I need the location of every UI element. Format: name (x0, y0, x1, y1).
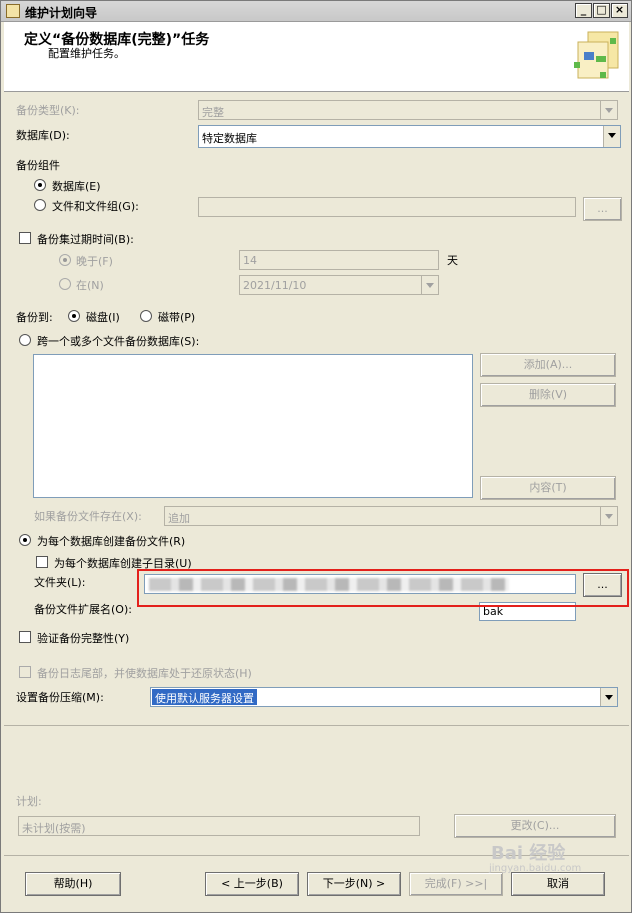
database-label: 数据库(D): (16, 129, 70, 142)
backup-type-select: 完整 (198, 100, 618, 120)
expire-days-input: 14 (239, 250, 439, 270)
backup-component-label: 备份组件 (16, 159, 60, 172)
wizard-window: 维护计划向导 _ □ × 定义“备份数据库(完整)”任务 配置维护任务。 备份类… (0, 0, 632, 913)
expire-days-unit: 天 (447, 254, 458, 267)
schedule-input: 未计划(按需) (18, 816, 420, 836)
window-title: 维护计划向导 (25, 6, 98, 20)
verify-checkbox[interactable] (19, 631, 31, 643)
disk-radio[interactable] (68, 310, 80, 322)
database-radio-label: 数据库(E) (52, 180, 101, 193)
expire-after-radio (59, 254, 71, 266)
wizard-header: 定义“备份数据库(完整)”任务 配置维护任务。 (4, 22, 629, 92)
database-select[interactable]: 特定数据库 (198, 125, 621, 148)
tail-log-label: 备份日志尾部，并使数据库处于还原状态(H) (37, 667, 252, 680)
cancel-button[interactable]: 取消 (511, 872, 605, 896)
watermark: Bai 经验 (491, 843, 566, 864)
per-db-label: 为每个数据库创建备份文件(R) (37, 535, 186, 548)
page-subtitle: 配置维护任务。 (48, 47, 125, 60)
schedule-label: 计划: (16, 795, 42, 808)
expire-checkbox[interactable] (19, 232, 31, 244)
app-icon (6, 4, 20, 18)
wizard-graphic-icon (574, 31, 619, 79)
back-button[interactable]: < 上一步(B) (205, 872, 299, 896)
contents-button: 内容(T) (480, 476, 616, 500)
database-value: 特定数据库 (202, 132, 257, 145)
chevron-down-icon[interactable] (600, 688, 617, 706)
subdir-checkbox[interactable] (36, 556, 48, 568)
span-files-radio[interactable] (19, 334, 31, 346)
remove-file-button: 删除(V) (480, 383, 616, 407)
files-radio[interactable] (34, 199, 46, 211)
minimize-button[interactable]: _ (575, 3, 592, 18)
expire-date-picker: 2021/11/10 (239, 275, 439, 295)
files-radio-label: 文件和文件组(G): (52, 200, 139, 213)
expire-days-value: 14 (243, 254, 257, 267)
next-button[interactable]: 下一步(N) > (307, 872, 401, 896)
if-exists-label: 如果备份文件存在(X): (34, 510, 142, 523)
if-exists-value: 追加 (168, 512, 190, 525)
compression-select[interactable]: 使用默认服务器设置 (150, 687, 618, 707)
finish-button: 完成(F) >>| (409, 872, 503, 896)
maximize-button[interactable]: □ (593, 3, 610, 18)
disk-radio-label: 磁盘(I) (86, 311, 120, 324)
change-schedule-button: 更改(C)... (454, 814, 616, 838)
extension-label: 备份文件扩展名(O): (34, 603, 132, 616)
close-button[interactable]: × (611, 3, 628, 18)
if-exists-select: 追加 (164, 506, 618, 526)
chevron-down-icon (421, 276, 438, 294)
expire-label: 备份集过期时间(B): (37, 233, 134, 246)
chevron-down-icon (600, 507, 617, 525)
expire-date-value: 2021/11/10 (243, 279, 307, 292)
backup-type-label: 备份类型(K): (16, 104, 80, 117)
backup-type-value: 完整 (202, 106, 224, 119)
verify-label: 验证备份完整性(Y) (37, 632, 130, 645)
add-file-button: 添加(A)... (480, 353, 616, 377)
wizard-body: 备份类型(K): 完整 数据库(D): 特定数据库 备份组件 数据库(E) 文件… (4, 93, 629, 903)
expire-on-radio (59, 278, 71, 290)
chevron-down-icon[interactable] (603, 126, 620, 147)
compression-value: 使用默认服务器设置 (152, 689, 257, 705)
expire-after-label: 晚于(F) (76, 255, 113, 268)
files-browse-button: ... (583, 197, 622, 221)
compression-label: 设置备份压缩(M): (16, 691, 104, 704)
tape-radio-label: 磁带(P) (158, 311, 196, 324)
tape-radio[interactable] (140, 310, 152, 322)
backup-files-list[interactable] (33, 354, 473, 498)
schedule-value: 未计划(按需) (22, 822, 86, 835)
help-button[interactable]: 帮助(H) (25, 872, 121, 896)
per-db-radio[interactable] (19, 534, 31, 546)
watermark-url: jingyan.baidu.com (489, 863, 582, 874)
database-radio[interactable] (34, 179, 46, 191)
chevron-down-icon (600, 101, 617, 119)
title-bar[interactable]: 维护计划向导 _ □ × (1, 1, 631, 22)
expire-on-label: 在(N) (76, 279, 104, 292)
highlight-rectangle (137, 569, 629, 607)
backup-to-label: 备份到: (16, 311, 53, 324)
tail-log-checkbox (19, 666, 31, 678)
folder-label: 文件夹(L): (34, 576, 86, 589)
files-input (198, 197, 576, 217)
separator (4, 725, 629, 726)
span-files-label: 跨一个或多个文件备份数据库(S): (37, 335, 200, 348)
